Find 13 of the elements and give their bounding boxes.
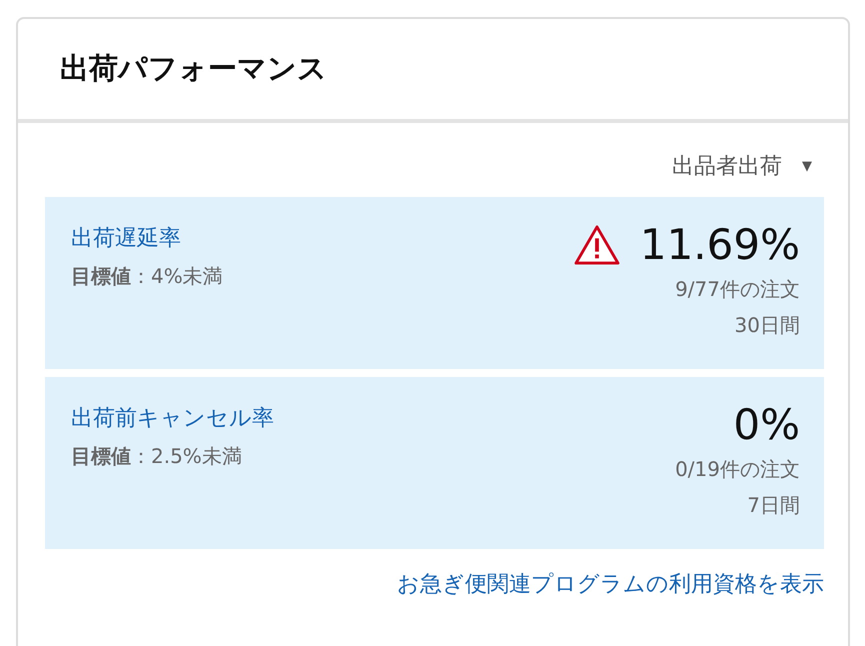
- card-title: 出荷パフォーマンス: [60, 50, 327, 87]
- metric-target: 目標値：4%未満: [71, 263, 223, 290]
- order-count: 9/77件の注文: [675, 276, 800, 303]
- order-count: 0/19件の注文: [675, 456, 800, 483]
- metric-period: 30日間: [734, 312, 800, 339]
- metric-value: 11.69%: [640, 219, 800, 271]
- eligibility-link[interactable]: お急ぎ便関連プログラムの利用資格を表示: [397, 569, 824, 599]
- fulfillment-dropdown[interactable]: 出品者出荷 ▼: [672, 151, 824, 181]
- metric-link[interactable]: 出荷遅延率: [71, 223, 223, 253]
- metric-value: 0%: [733, 399, 800, 451]
- metric-target: 目標値：2.5%未満: [71, 443, 243, 470]
- metric-period: 7日間: [747, 492, 800, 519]
- metric-link[interactable]: 出荷前キャンセル率: [71, 403, 274, 433]
